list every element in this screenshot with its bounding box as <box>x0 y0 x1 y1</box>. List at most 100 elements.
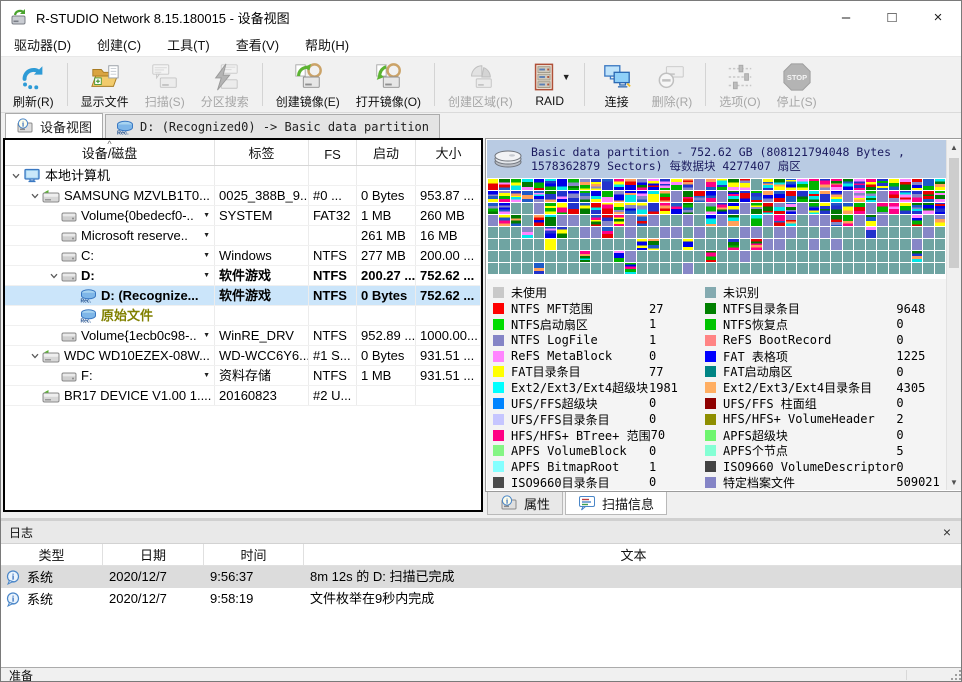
scan-scrollbar[interactable]: ▲ ▼ <box>946 140 961 490</box>
resize-grip[interactable] <box>951 670 961 680</box>
tree-row[interactable]: Microsoft reserve..▼261 MB16 MB <box>5 226 481 246</box>
toolbar-label: 选项(O) <box>719 93 760 110</box>
toolbar-button-raid[interactable]: ▼RAID <box>521 57 579 112</box>
menu-item-1[interactable]: 创建(C) <box>84 35 154 54</box>
view-tab-device-view[interactable]: i设备视图 <box>5 113 103 138</box>
tree-row[interactable]: C:▼WindowsNTFS277 MB200.00 ... <box>5 246 481 266</box>
partition-icon <box>61 330 77 342</box>
scan-icon <box>150 61 180 92</box>
log-row[interactable]: i系统2020/12/79:56:378m 12s 的 D: 扫描已完成 <box>1 566 962 588</box>
scan-block <box>511 215 521 226</box>
menu-item-4[interactable]: 帮助(H) <box>292 35 362 54</box>
scan-block <box>591 227 601 238</box>
log-column-header-3[interactable]: 文本 <box>304 544 962 565</box>
tree-row[interactable]: Rec.D: (Recognize...软件游戏NTFS0 Bytes752.6… <box>5 286 481 306</box>
menu-item-3[interactable]: 查看(V) <box>223 35 292 54</box>
row-dropdown-icon[interactable]: ▼ <box>203 206 210 225</box>
scan-block <box>648 179 658 190</box>
expander-icon[interactable] <box>47 271 61 281</box>
dropdown-arrow-icon[interactable]: ▼ <box>562 72 571 82</box>
scan-tab-properties[interactable]: i属性 <box>487 492 563 515</box>
tree-row[interactable]: Volume{0bedecf0-..▼SYSTEMFAT321 MB260 MB <box>5 206 481 226</box>
menu-item-2[interactable]: 工具(T) <box>154 35 223 54</box>
minimize-button[interactable]: – <box>823 1 869 33</box>
scan-block-map[interactable] <box>487 178 946 275</box>
partition-icon <box>61 210 77 222</box>
tree-cell-boot: 0 Bytes <box>357 286 416 305</box>
log-row[interactable]: i系统2020/12/79:58:19文件枚举在9秒内完成 <box>1 588 962 610</box>
legend-label: FAT 表格项 <box>723 348 896 365</box>
maximize-button[interactable]: □ <box>869 1 915 33</box>
tree-row[interactable]: SAMSUNG MZVLB1T0...0025_388B_9...#0 ...0… <box>5 186 481 206</box>
tree-row[interactable]: WDC WD10EZEX-08W...WD-WCC6Y6...#1 S...0 … <box>5 346 481 366</box>
scan-block <box>751 191 761 202</box>
legend-label: FAT目录条目 <box>511 363 649 380</box>
tree-row[interactable]: BR17 DEVICE V1.00 1....20160823#2 U... <box>5 386 481 406</box>
scan-block <box>580 227 590 238</box>
scan-block <box>671 215 681 226</box>
legend-swatch <box>705 445 716 456</box>
svg-text:i: i <box>506 497 508 506</box>
row-dropdown-icon[interactable]: ▼ <box>203 246 210 265</box>
toolbar-button-connect[interactable]: 连接 <box>590 57 644 112</box>
scan-tab-scan-info[interactable]: 扫描信息 <box>565 492 667 515</box>
title-bar: R-STUDIO Network 8.15.180015 - 设备视图 – □ … <box>1 1 961 33</box>
scan-block <box>877 239 887 250</box>
toolbar-button-show-files[interactable]: 显示文件 <box>73 57 137 112</box>
tree-row[interactable]: Volume{1ecb0c98-..▼WinRE_DRVNTFS952.89 .… <box>5 326 481 346</box>
toolbar-button-refresh[interactable]: 刷新(R) <box>5 57 62 112</box>
scan-block <box>568 179 578 190</box>
tree-row[interactable]: 本地计算机 <box>5 166 481 186</box>
scan-block <box>797 263 807 274</box>
tree-cell-boot: 261 MB <box>357 226 416 245</box>
log-column-header-2[interactable]: 时间 <box>204 544 304 565</box>
scan-block <box>660 203 670 214</box>
tree-column-header-2[interactable]: FS <box>309 140 357 165</box>
legend-item: Ext2/Ext3/Ext4目录条目4305 <box>705 380 952 396</box>
legend-count: 1225 <box>896 349 952 363</box>
tree-row[interactable]: F:▼资料存储NTFS1 MB931.51 ... <box>5 366 481 386</box>
row-dropdown-icon[interactable]: ▼ <box>203 326 210 345</box>
tree-column-header-0[interactable]: ^设备/磁盘 <box>5 140 215 165</box>
scan-block <box>786 215 796 226</box>
log-column-header-0[interactable]: 类型 <box>1 544 103 565</box>
legend-swatch <box>493 335 504 346</box>
legend-count: 0 <box>896 317 952 331</box>
tree-row[interactable]: D:▼软件游戏NTFS200.27 ...752.62 ... <box>5 266 481 286</box>
row-dropdown-icon[interactable]: ▼ <box>203 266 210 285</box>
hard-disk-icon <box>42 389 60 403</box>
scroll-down-icon[interactable]: ▼ <box>947 475 961 490</box>
view-tab-rec-partition[interactable]: Rec.D: (Recognized0) -> Basic data parti… <box>105 114 440 138</box>
toolbar-button-open-image[interactable]: 打开镜像(O) <box>348 57 429 112</box>
options-icon <box>725 61 755 92</box>
scan-block <box>534 179 544 190</box>
tree-column-header-1[interactable]: 标签 <box>215 140 309 165</box>
legend-swatch <box>705 319 716 330</box>
close-button[interactable]: × <box>915 1 961 33</box>
legend-swatch <box>705 351 716 362</box>
scan-block <box>740 227 750 238</box>
scroll-thumb[interactable] <box>949 158 959 268</box>
toolbar-button-create-image[interactable]: 创建镜像(E) <box>268 57 348 112</box>
log-column-header-1[interactable]: 日期 <box>103 544 204 565</box>
expander-icon[interactable] <box>9 171 23 181</box>
scan-block <box>728 191 738 202</box>
scan-block <box>499 263 509 274</box>
expander-icon[interactable] <box>28 191 42 201</box>
row-dropdown-icon[interactable]: ▼ <box>203 226 210 245</box>
scan-block <box>580 215 590 226</box>
scan-block <box>511 263 521 274</box>
tree-row[interactable]: Rec.原始文件 <box>5 306 481 326</box>
row-dropdown-icon[interactable]: ▼ <box>203 366 210 385</box>
scroll-up-icon[interactable]: ▲ <box>947 140 961 155</box>
scan-block <box>728 239 738 250</box>
expander-icon[interactable] <box>28 351 42 361</box>
log-date: 2020/12/7 <box>103 588 204 610</box>
scan-block <box>797 215 807 226</box>
tree-column-header-4[interactable]: 大小 <box>416 140 481 165</box>
menu-item-0[interactable]: 驱动器(D) <box>1 35 84 54</box>
log-close-button[interactable]: × <box>939 524 955 540</box>
tree-column-header-3[interactable]: 启动 <box>357 140 416 165</box>
scan-block <box>488 227 498 238</box>
scan-block <box>534 203 544 214</box>
